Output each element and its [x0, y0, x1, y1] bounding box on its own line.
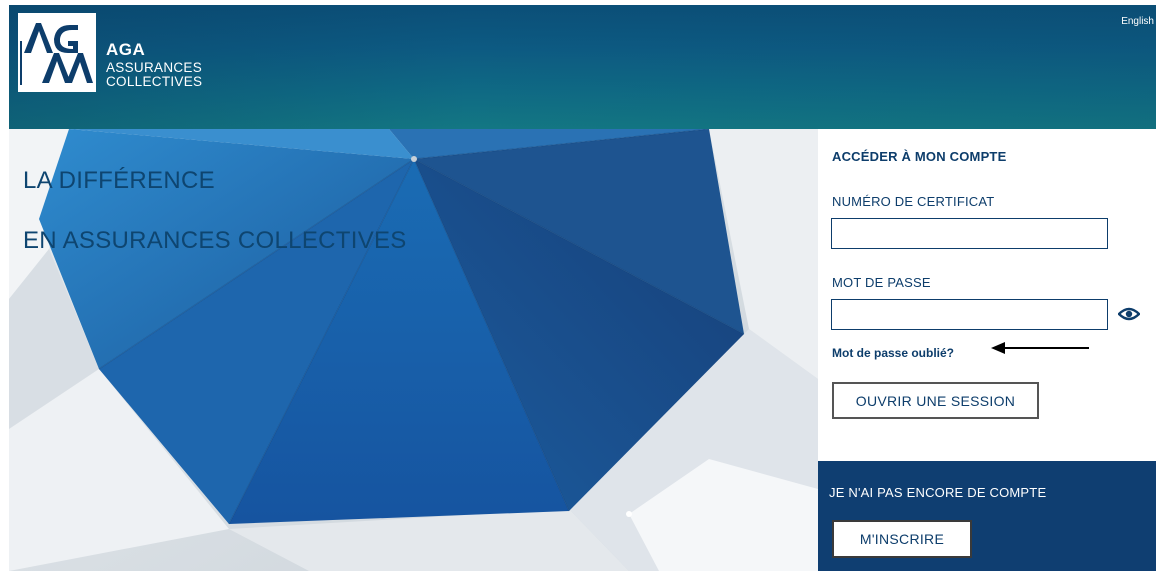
register-panel: JE N'AI PAS ENCORE DE COMPTE M'INSCRIRE: [818, 461, 1156, 571]
logo-subtitle-line1: ASSURANCES: [106, 60, 203, 75]
hero-headline-line2: EN ASSURANCES COLLECTIVES: [23, 227, 407, 254]
register-button[interactable]: M'INSCRIRE: [832, 520, 972, 558]
login-title: ACCÉDER À MON COMPTE: [832, 149, 1007, 164]
logo-subtitle-line2: COLLECTIVES: [106, 74, 203, 89]
aga-logo[interactable]: [18, 13, 96, 92]
page-frame: AGA ASSURANCES COLLECTIVES English LA DI…: [9, 5, 1156, 571]
arrow-left-icon: [991, 342, 1089, 354]
umbrella-illustration: [9, 129, 818, 571]
hero-banner: LA DIFFÉRENCE EN ASSURANCES COLLECTIVES: [9, 129, 818, 571]
login-panel: ACCÉDER À MON COMPTE NUMÉRO DE CERTIFICA…: [818, 129, 1156, 461]
hero-headline-line1: LA DIFFÉRENCE: [23, 167, 215, 194]
password-label: MOT DE PASSE: [832, 275, 931, 290]
register-title: JE N'AI PAS ENCORE DE COMPTE: [829, 485, 1047, 500]
forgot-password-link[interactable]: Mot de passe oublié?: [832, 346, 954, 360]
eye-icon[interactable]: [1117, 305, 1141, 323]
logo-name: AGA: [106, 40, 146, 59]
certificate-label: NUMÉRO DE CERTIFICAT: [832, 194, 995, 209]
login-button[interactable]: OUVRIR UNE SESSION: [832, 382, 1039, 419]
certificate-input[interactable]: [831, 218, 1108, 249]
language-switch-link[interactable]: English: [1121, 16, 1154, 27]
password-input[interactable]: [831, 299, 1108, 330]
header: AGA ASSURANCES COLLECTIVES English: [9, 5, 1156, 129]
